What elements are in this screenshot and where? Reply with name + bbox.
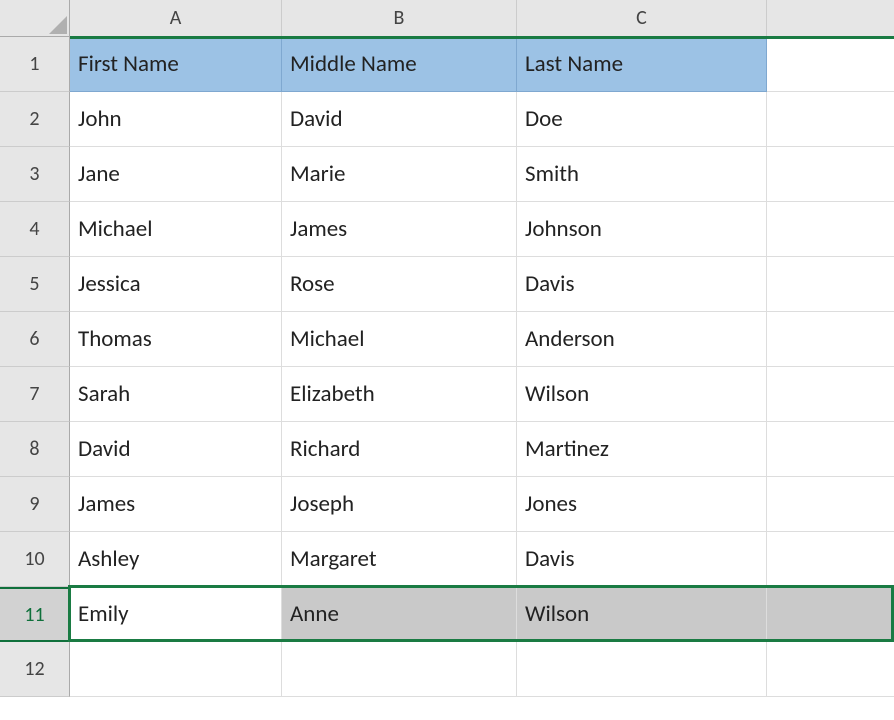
cell-c6[interactable]: Anderson	[517, 312, 767, 367]
select-all-triangle-icon	[49, 16, 67, 34]
cell-d1[interactable]	[767, 37, 894, 92]
cell-a6[interactable]: Thomas	[70, 312, 282, 367]
cell-d11[interactable]	[767, 587, 894, 642]
cell-d8[interactable]	[767, 422, 894, 477]
cell-d10[interactable]	[767, 532, 894, 587]
cell-b7[interactable]: Elizabeth	[282, 367, 517, 422]
row-header-9[interactable]: 9	[0, 477, 70, 532]
cell-a4[interactable]: Michael	[70, 202, 282, 257]
cell-d12[interactable]	[767, 642, 894, 697]
cell-c5[interactable]: Davis	[517, 257, 767, 312]
cell-a10[interactable]: Ashley	[70, 532, 282, 587]
cell-a7[interactable]: Sarah	[70, 367, 282, 422]
cell-a2[interactable]: John	[70, 92, 282, 147]
column-header-c[interactable]: C	[517, 0, 767, 37]
cell-a5[interactable]: Jessica	[70, 257, 282, 312]
row-header-11[interactable]: 11	[0, 587, 70, 642]
cell-b2[interactable]: David	[282, 92, 517, 147]
column-header-b[interactable]: B	[282, 0, 517, 37]
cell-b4[interactable]: James	[282, 202, 517, 257]
cell-d4[interactable]	[767, 202, 894, 257]
row-header-12[interactable]: 12	[0, 642, 70, 697]
cell-c3[interactable]: Smith	[517, 147, 767, 202]
cell-a12[interactable]	[70, 642, 282, 697]
spreadsheet-grid[interactable]: A B C 1 First Name Middle Name Last Name…	[0, 0, 894, 697]
cell-c8[interactable]: Martinez	[517, 422, 767, 477]
cell-b5[interactable]: Rose	[282, 257, 517, 312]
row-header-4[interactable]: 4	[0, 202, 70, 257]
cell-d2[interactable]	[767, 92, 894, 147]
cell-d5[interactable]	[767, 257, 894, 312]
row-header-5[interactable]: 5	[0, 257, 70, 312]
column-header-blank[interactable]	[767, 0, 894, 37]
cell-d9[interactable]	[767, 477, 894, 532]
cell-b10[interactable]: Margaret	[282, 532, 517, 587]
row-header-7[interactable]: 7	[0, 367, 70, 422]
cell-c12[interactable]	[517, 642, 767, 697]
row-header-8[interactable]: 8	[0, 422, 70, 477]
cell-d7[interactable]	[767, 367, 894, 422]
cell-c10[interactable]: Davis	[517, 532, 767, 587]
cell-b12[interactable]	[282, 642, 517, 697]
cell-b8[interactable]: Richard	[282, 422, 517, 477]
cell-d6[interactable]	[767, 312, 894, 367]
row-header-2[interactable]: 2	[0, 92, 70, 147]
cell-b11[interactable]: Anne	[282, 587, 517, 642]
cell-c11[interactable]: Wilson	[517, 587, 767, 642]
cell-a9[interactable]: James	[70, 477, 282, 532]
row-header-6[interactable]: 6	[0, 312, 70, 367]
cell-c1[interactable]: Last Name	[517, 37, 767, 92]
row-header-1[interactable]: 1	[0, 37, 70, 92]
cell-a1[interactable]: First Name	[70, 37, 282, 92]
cell-c2[interactable]: Doe	[517, 92, 767, 147]
cell-c9[interactable]: Jones	[517, 477, 767, 532]
select-all-corner[interactable]	[0, 0, 70, 37]
cell-c4[interactable]: Johnson	[517, 202, 767, 257]
cell-b6[interactable]: Michael	[282, 312, 517, 367]
cell-a8[interactable]: David	[70, 422, 282, 477]
cell-a3[interactable]: Jane	[70, 147, 282, 202]
cell-a11[interactable]: Emily	[70, 587, 282, 642]
cell-c7[interactable]: Wilson	[517, 367, 767, 422]
cell-b1[interactable]: Middle Name	[282, 37, 517, 92]
cell-d3[interactable]	[767, 147, 894, 202]
row-header-10[interactable]: 10	[0, 532, 70, 587]
row-header-3[interactable]: 3	[0, 147, 70, 202]
cell-b3[interactable]: Marie	[282, 147, 517, 202]
column-header-a[interactable]: A	[70, 0, 282, 37]
cell-b9[interactable]: Joseph	[282, 477, 517, 532]
